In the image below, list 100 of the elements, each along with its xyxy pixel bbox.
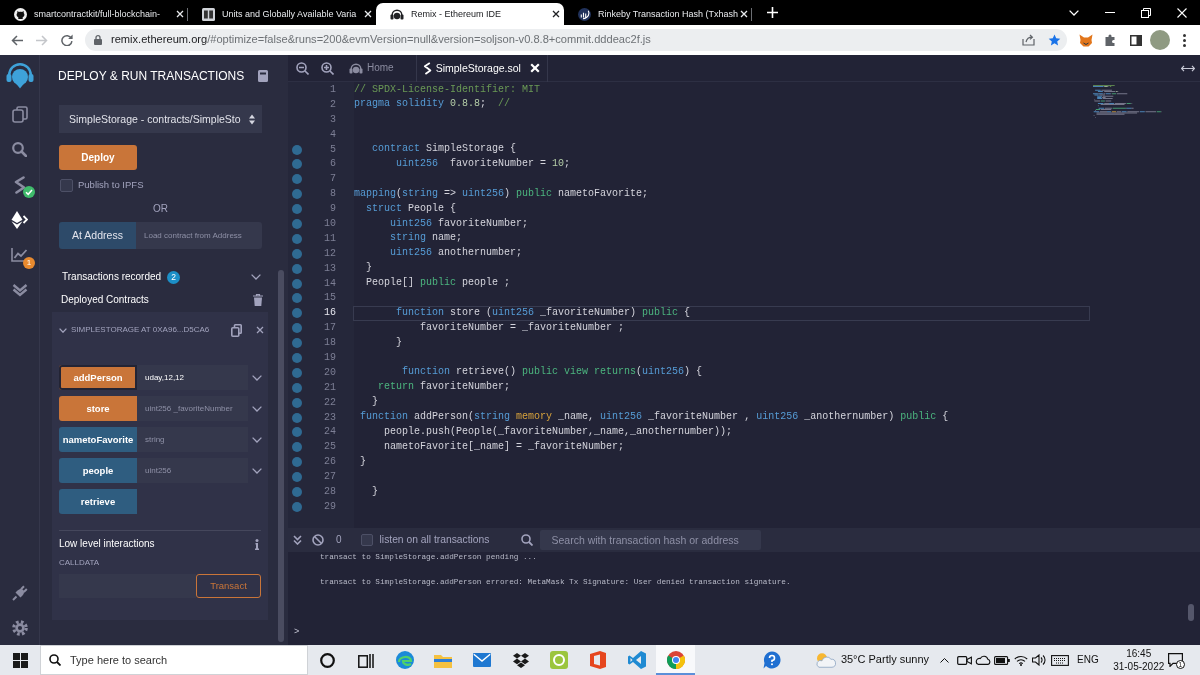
line-number: 11 bbox=[323, 232, 336, 245]
close-icon[interactable] bbox=[552, 10, 560, 18]
reload-icon[interactable] bbox=[61, 34, 73, 46]
code-line: } bbox=[360, 455, 367, 467]
headset-logo-icon[interactable] bbox=[5, 63, 34, 89]
more-menu-icon[interactable] bbox=[1183, 33, 1186, 47]
start-icon[interactable] bbox=[12, 652, 28, 668]
transact-button[interactable]: Transact bbox=[196, 574, 261, 598]
speaker-icon[interactable] bbox=[1032, 654, 1048, 666]
clock-time[interactable]: 16:45 bbox=[1126, 647, 1152, 660]
browser-tab[interactable]: Rinkeby Transaction Hash (Txhash bbox=[564, 3, 752, 25]
updown-caret-icon bbox=[249, 113, 255, 125]
caret-up-icon[interactable] bbox=[940, 657, 950, 663]
battery-icon[interactable] bbox=[994, 655, 1011, 665]
zoom-in-icon[interactable] bbox=[321, 61, 334, 75]
code-line: } bbox=[396, 336, 403, 348]
expand-arrows-icon[interactable] bbox=[1181, 64, 1195, 72]
diamonds-icon[interactable] bbox=[511, 652, 530, 668]
clock-date[interactable]: 31-05-2022 bbox=[1113, 660, 1165, 673]
code-line: contract SimpleStorage { bbox=[372, 143, 517, 155]
code-line: uint256 anothernumber; bbox=[390, 247, 523, 259]
double-chevron-down-icon[interactable] bbox=[293, 535, 302, 545]
search-icon[interactable] bbox=[12, 142, 27, 157]
files-icon[interactable] bbox=[11, 106, 28, 123]
editor-tab[interactable]: Home bbox=[341, 54, 417, 82]
line-number: 22 bbox=[323, 396, 336, 409]
line-number: 8 bbox=[329, 188, 336, 201]
calldata-field[interactable] bbox=[59, 574, 196, 598]
function-button[interactable]: people bbox=[59, 458, 137, 483]
contract-select[interactable]: SimpleStorage - contracts/SimpleSto bbox=[59, 105, 262, 133]
cloud-icon[interactable] bbox=[975, 655, 992, 665]
line-number: 7 bbox=[329, 173, 336, 186]
code-line: function retrieve() public view returns(uint256) { bbox=[402, 366, 703, 378]
zigzag-icon bbox=[422, 61, 432, 75]
settings-icon[interactable] bbox=[11, 619, 28, 636]
side-panel-icon[interactable] bbox=[1130, 34, 1142, 46]
search-field[interactable]: Search with transaction hash or address bbox=[540, 530, 762, 550]
at-address-button[interactable]: At Address bbox=[59, 222, 136, 249]
scrollbar-thumb[interactable] bbox=[278, 270, 284, 642]
active-app-highlight[interactable] bbox=[656, 645, 695, 675]
fox-icon[interactable] bbox=[1079, 33, 1093, 47]
headset-logo-icon bbox=[390, 8, 404, 20]
share-icon[interactable] bbox=[1022, 34, 1035, 46]
help-icon[interactable] bbox=[762, 651, 781, 669]
wifi-icon[interactable] bbox=[1014, 654, 1029, 666]
code-line: uint256 favoriteNumber = 10; bbox=[396, 157, 571, 169]
browser-tab[interactable]: Remix - Ethereum IDE bbox=[376, 3, 564, 25]
video-camera-icon[interactable] bbox=[957, 654, 973, 666]
section-title: Deployed Contracts bbox=[61, 294, 149, 306]
scrollbar-thumb[interactable] bbox=[1188, 604, 1194, 621]
trash-icon[interactable] bbox=[253, 294, 263, 306]
ring-icon[interactable] bbox=[319, 652, 335, 668]
ribbon-icon[interactable] bbox=[627, 651, 646, 669]
diamond-arrow-icon[interactable] bbox=[11, 210, 28, 229]
copy-icon[interactable] bbox=[231, 323, 242, 337]
line-number: 20 bbox=[323, 366, 336, 379]
panel-title: DEPLOY & RUN TRANSACTIONS bbox=[58, 68, 245, 84]
argument-field[interactable]: uday,12,12 bbox=[137, 365, 248, 390]
envelope-icon[interactable] bbox=[473, 653, 492, 667]
notification-icon[interactable] bbox=[1167, 652, 1183, 667]
address-field[interactable]: remix.ethereum.org/#optimize=false&runs=200&evmVersion=null&version=soljson-v0.8.8+commit.dddeac2f.js bbox=[85, 29, 1067, 51]
avatar-icon[interactable] bbox=[1150, 30, 1170, 50]
function-button[interactable]: retrieve bbox=[59, 489, 137, 514]
argument-field[interactable]: uint256 bbox=[137, 458, 248, 483]
code-line: nametoFavorite[_name] = _favoriteNumber; bbox=[384, 440, 625, 452]
plug-icon[interactable] bbox=[11, 584, 28, 601]
line-number: 5 bbox=[329, 143, 336, 156]
info-icon[interactable] bbox=[255, 538, 259, 550]
argument-field[interactable]: uint256 _favoriteNumber bbox=[137, 396, 248, 421]
swirl-icon[interactable] bbox=[395, 651, 414, 669]
address-input[interactable]: Load contract from Address bbox=[136, 222, 262, 249]
keyboard-icon[interactable] bbox=[1051, 654, 1070, 666]
search-icon bbox=[49, 654, 61, 666]
back-arrow-icon[interactable] bbox=[11, 34, 23, 46]
browser-tab[interactable]: Units and Globally Available Varia bbox=[188, 3, 376, 25]
code-line: function store (uint256 _favoriteNumber) public { bbox=[396, 306, 691, 318]
ring-segments-icon[interactable] bbox=[666, 651, 685, 669]
listen-checkbox[interactable] bbox=[360, 534, 373, 546]
plus-icon[interactable] bbox=[767, 7, 778, 18]
zigzag-icon[interactable] bbox=[12, 175, 27, 194]
task-view-icon[interactable] bbox=[358, 652, 375, 668]
chart-line-icon[interactable] bbox=[11, 247, 28, 262]
function-button[interactable]: nametoFavorite bbox=[59, 427, 137, 452]
language-indicator[interactable]: ENG bbox=[1077, 654, 1099, 666]
door-shape-icon[interactable] bbox=[590, 651, 607, 669]
browser-tab[interactable]: smartcontractkit/full-blockchain- bbox=[0, 3, 188, 25]
restore-icon[interactable] bbox=[1141, 7, 1151, 18]
argument-field[interactable]: string bbox=[137, 427, 248, 452]
search-icon[interactable] bbox=[521, 534, 534, 546]
ban-icon[interactable] bbox=[312, 534, 324, 546]
folder-icon[interactable] bbox=[434, 652, 453, 668]
book-icon[interactable] bbox=[258, 70, 268, 82]
editor-tab[interactable]: SimpleStorage.sol bbox=[416, 54, 548, 82]
star-icon[interactable] bbox=[1048, 34, 1061, 46]
double-check-icon[interactable] bbox=[11, 282, 28, 297]
search-field[interactable]: Type here to search bbox=[40, 645, 308, 675]
puzzle-icon[interactable] bbox=[1105, 34, 1117, 46]
zoom-out-icon[interactable] bbox=[296, 61, 309, 75]
calldata-label: CALLDATA bbox=[59, 557, 100, 569]
publish-checkbox[interactable] bbox=[60, 178, 73, 192]
